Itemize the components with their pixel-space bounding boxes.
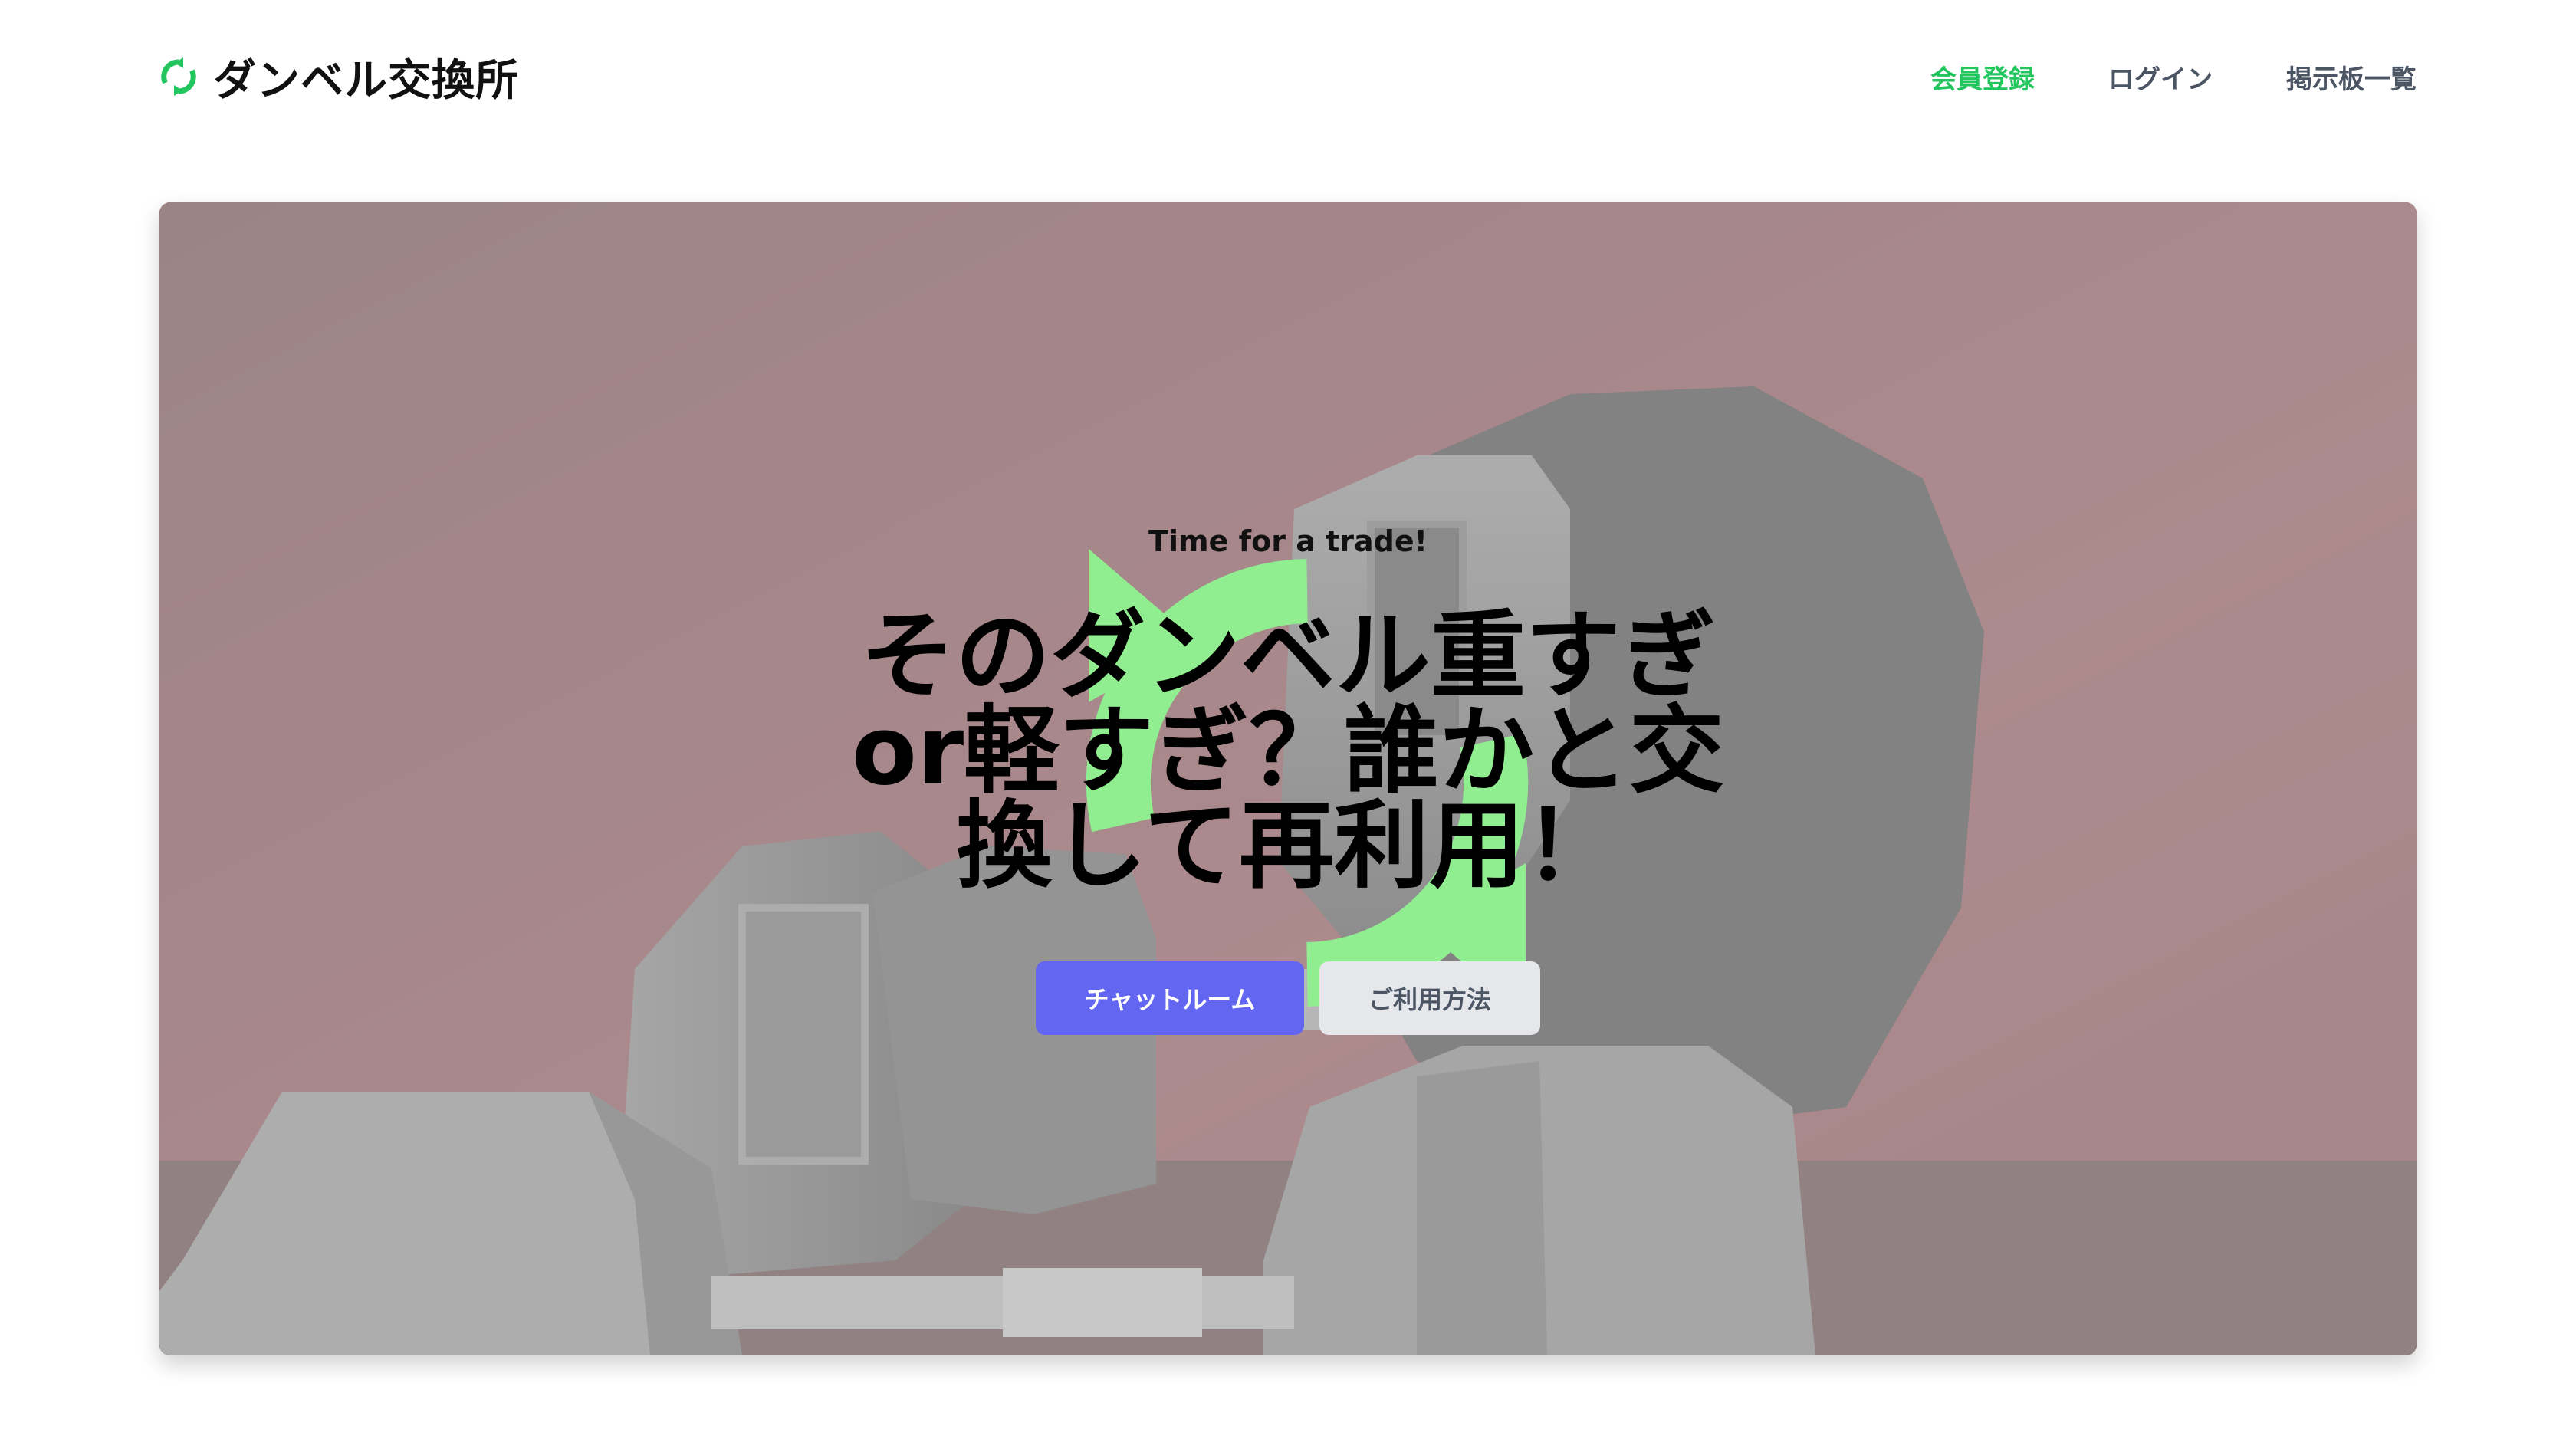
hero-content: Time for a trade! そのダンベル重すぎor軽すぎ？誰かと交換して… [159,202,2417,1355]
nav-link-register[interactable]: 会員登録 [1930,58,2035,96]
hero-section: Time for a trade! そのダンベル重すぎor軽すぎ？誰かと交換して… [159,202,2417,1355]
recycle-arrows-icon [161,57,196,96]
site-header: ダンベル交換所 会員登録 ログイン 掲示板一覧 [0,0,2576,153]
how-to-use-button[interactable]: ご利用方法 [1319,961,1540,1035]
hero-heading: そのダンベル重すぎor軽すぎ？誰かと交換して再利用！ [851,601,1725,902]
nav-link-board-list[interactable]: 掲示板一覧 [2286,58,2417,96]
brand-link[interactable]: ダンベル交換所 [159,46,519,107]
chat-room-button[interactable]: チャットルーム [1036,961,1304,1035]
main-nav: 会員登録 ログイン 掲示板一覧 [1930,52,2417,101]
hero-tagline: Time for a trade! [1148,524,1428,558]
hero-button-group: チャットルーム ご利用方法 [159,961,2417,1035]
nav-link-login[interactable]: ログイン [2108,58,2213,96]
brand-title: ダンベル交換所 [213,55,519,106]
